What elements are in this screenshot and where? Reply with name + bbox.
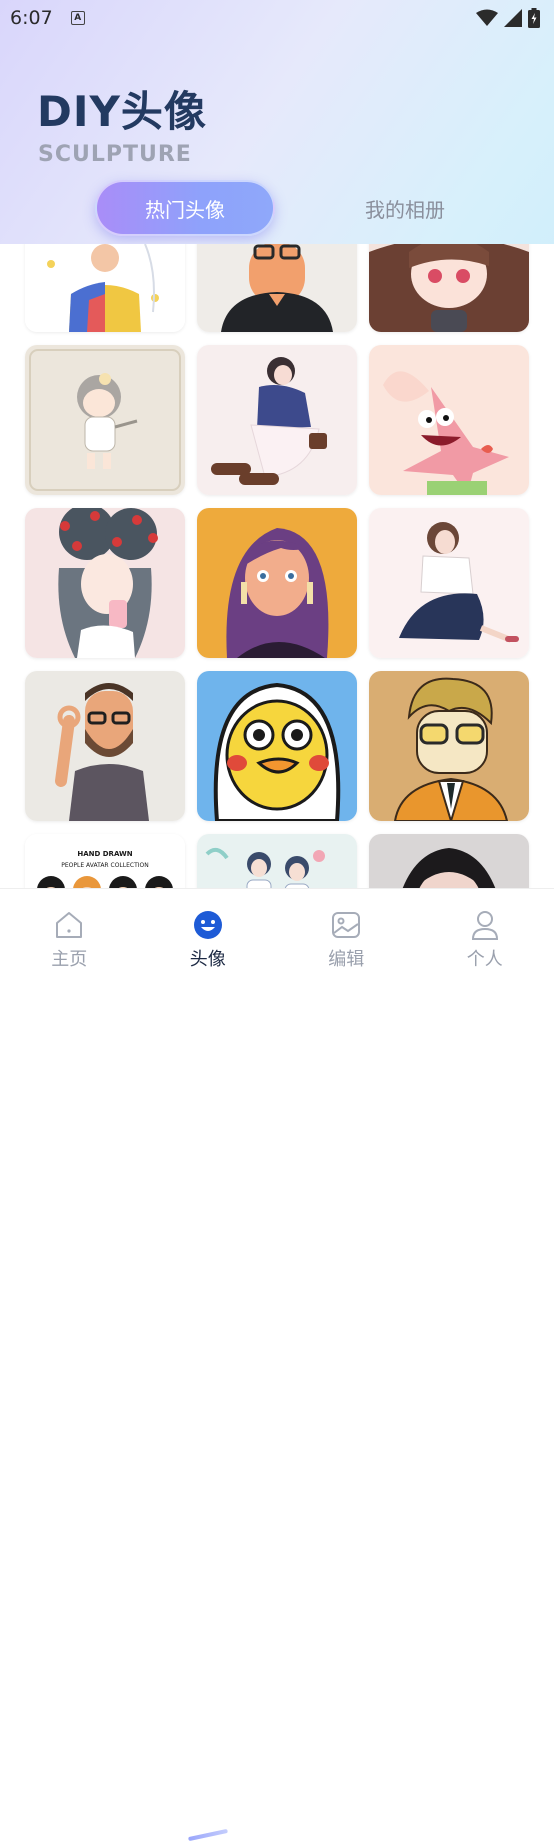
nav-avatar[interactable]: 头像 <box>139 889 278 985</box>
status-time: 6:07 <box>10 7 53 29</box>
tab-hot-avatars[interactable]: 热门头像 <box>95 180 275 236</box>
avatar-bearded-man-ok[interactable] <box>25 671 185 821</box>
page-subtitle: SCULPTURE <box>38 142 192 167</box>
avatar-hand-drawn-collection[interactable]: HAND DRAWN PEOPLE AVATAR COLLECTION <box>25 834 185 888</box>
nav-home[interactable]: 主页 <box>0 889 139 985</box>
nav-edit-label: 编辑 <box>328 945 364 971</box>
nav-profile[interactable]: 个人 <box>416 889 554 985</box>
svg-text:HAND DRAWN: HAND DRAWN <box>77 850 132 858</box>
person-icon <box>469 909 501 941</box>
battery-icon <box>528 8 540 28</box>
avatar-yellow-duck[interactable] <box>197 671 357 821</box>
avatar-earring-girl[interactable] <box>197 508 357 658</box>
nav-home-label: 主页 <box>51 945 87 971</box>
avatar-face-icon <box>192 909 224 941</box>
svg-text:PEOPLE AVATAR COLLECTION: PEOPLE AVATAR COLLECTION <box>61 862 148 869</box>
avatar-cartoon-boy-flowers[interactable] <box>25 244 185 332</box>
status-bar: 6:07 A <box>0 0 554 36</box>
avatar-glasses-man[interactable] <box>197 244 357 332</box>
page-title: DIY头像 <box>37 78 207 139</box>
avatar-girl-bangs[interactable] <box>369 834 529 888</box>
wifi-icon <box>476 9 498 27</box>
avatar-curly-hair-man[interactable] <box>369 671 529 821</box>
avatar-chibi-girl-grey[interactable] <box>25 345 185 495</box>
active-indicator <box>188 1829 228 1841</box>
image-edit-icon <box>330 909 362 941</box>
avatar-couple-illustration[interactable] <box>197 834 357 888</box>
bottom-nav: 主页 头像 编辑 个人 <box>0 888 554 985</box>
avatar-anime-girl-brown[interactable] <box>369 244 529 332</box>
avatar-anime-girl-berries[interactable] <box>25 508 185 658</box>
notification-a-icon: A <box>71 11 85 25</box>
signal-icon <box>504 9 522 27</box>
avatar-patrick-star[interactable] <box>369 345 529 495</box>
tab-my-album[interactable]: 我的相册 <box>330 180 480 236</box>
avatar-sitting-girl-dress[interactable] <box>369 508 529 658</box>
nav-avatar-label: 头像 <box>190 945 226 971</box>
home-icon <box>53 909 85 941</box>
nav-profile-label: 个人 <box>467 945 503 971</box>
avatar-grid-scroll[interactable]: HAND DRAWN PEOPLE AVATAR COLLECTION <box>0 244 554 888</box>
nav-edit[interactable]: 编辑 <box>277 889 416 985</box>
avatar-sitting-girl[interactable] <box>197 345 357 495</box>
avatar-grid: HAND DRAWN PEOPLE AVATAR COLLECTION <box>25 244 529 888</box>
